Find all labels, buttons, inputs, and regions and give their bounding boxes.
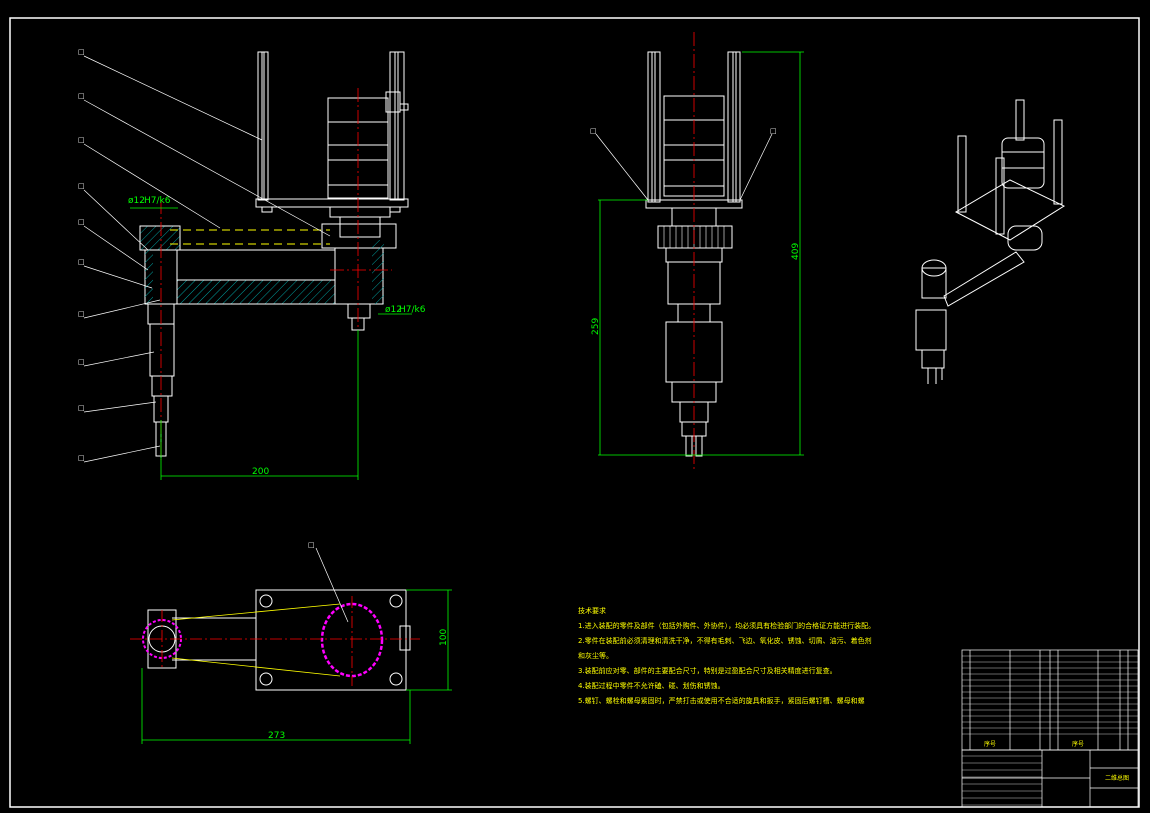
tech-item-3: 和灰尘等。 — [578, 652, 613, 660]
dim-fit-left: ø12 — [128, 196, 145, 206]
tb-col-seq-left: 序号 — [984, 740, 996, 748]
dim-arm-reach: 200 — [252, 467, 269, 477]
balloon-front-9: □ — [78, 404, 85, 412]
dim-lower-height: 259 — [591, 318, 601, 335]
technical-requirements: 技术要求 1.进入装配的零件及部件（包括外购件、外协件），均必须具有检验部门的合… — [578, 604, 875, 709]
balloon-side-left: □ — [590, 127, 597, 135]
arm-section — [176, 279, 336, 305]
dim-fit-right-tol: H7/k6 — [399, 305, 426, 315]
tb-col-seq-right: 序号 — [1072, 740, 1084, 748]
balloon-front-2: □ — [78, 92, 85, 100]
balloon-front-7: □ — [78, 310, 85, 318]
balloon-front-1: □ — [78, 48, 85, 56]
dim-plan-length: 273 — [268, 731, 285, 741]
tech-item-2: 2.零件在装配前必须清理和清洗干净，不得有毛刺、飞边、氧化皮、锈蚀、切屑、油污、… — [578, 637, 872, 645]
plan-view — [147, 589, 411, 691]
dim-fit-left-tol: H7/k6 — [144, 196, 171, 206]
tech-item-1: 1.进入装配的零件及部件（包括外购件、外协件），均必须具有检验部门的合格证方能进… — [578, 622, 876, 630]
tb-drawing-name: 二维总图 — [1105, 774, 1129, 782]
front-view — [139, 51, 409, 458]
isometric-view — [915, 99, 1066, 384]
balloon-front-8: □ — [78, 358, 85, 366]
tech-item-5: 4.装配过程中零件不允许磕、碰、划伤和锈蚀。 — [578, 682, 725, 690]
balloon-front-10: □ — [78, 454, 85, 462]
title-block — [961, 649, 1139, 808]
tech-title: 技术要求 — [578, 607, 606, 615]
balloon-front-6: □ — [78, 258, 85, 266]
dim-plan-width: 100 — [439, 629, 449, 646]
balloon-front-3: □ — [78, 136, 85, 144]
balloon-plan: □ — [308, 541, 315, 549]
cad-drawing: 200 ø12 H7/k6 ø12 H7/k6 409 259 □ □ 100 … — [9, 17, 1140, 808]
tech-item-6: 5.螺钉、螺栓和螺母紧固时，严禁打击或使用不合适的旋具和扳手，紧固后螺钉槽、螺母… — [578, 697, 865, 705]
balloon-front-4: □ — [78, 182, 85, 190]
dim-overall-height: 409 — [791, 243, 801, 260]
tech-item-4: 3.装配前应对零、部件的主要配合尺寸，特别是过盈配合尺寸及相关精度进行复查。 — [578, 667, 837, 675]
balloon-side-right: □ — [770, 127, 777, 135]
balloon-front-5: □ — [78, 218, 85, 226]
